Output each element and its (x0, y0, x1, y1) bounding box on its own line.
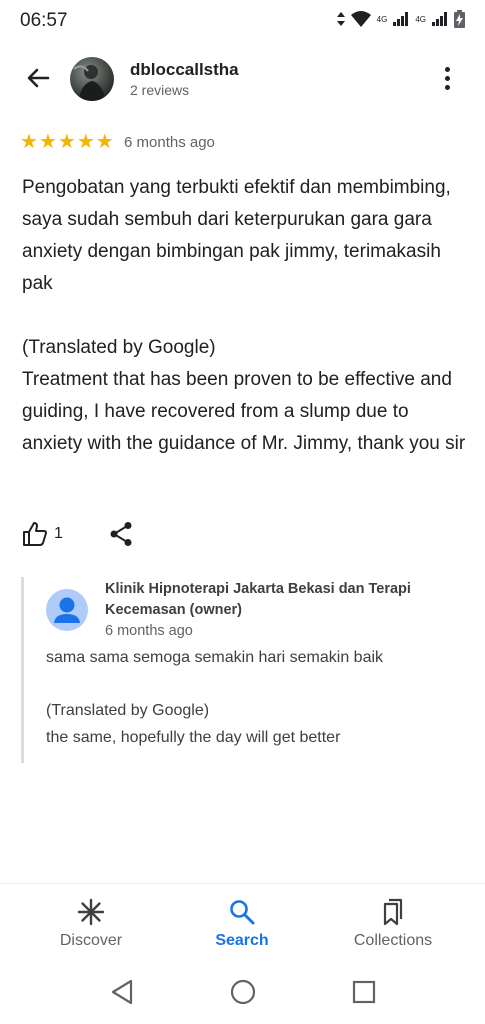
owner-reply-text: sama sama semoga semakin hari semakin ba… (46, 649, 384, 746)
system-recents-icon[interactable] (352, 980, 376, 1004)
reply-divider (21, 577, 24, 763)
wifi-icon (350, 11, 371, 27)
nav-discover-label: Discover (59, 932, 123, 949)
status-time: 06:57 (20, 10, 68, 31)
star-icon: ★ (76, 131, 95, 153)
share-icon (110, 522, 132, 546)
data-arrows-icon (336, 12, 345, 26)
more-vert-dot (444, 76, 450, 81)
share-button[interactable] (109, 521, 133, 547)
star-icon: ★ (38, 131, 57, 153)
more-options-button[interactable] (437, 67, 457, 93)
signal-icon (432, 12, 447, 26)
star-icon: ★ (20, 131, 38, 153)
thumb-up-icon (23, 522, 47, 546)
bookmarks-icon (383, 898, 403, 926)
person-icon (54, 597, 80, 623)
star-icon: ★ (95, 131, 114, 153)
like-count: 1 (54, 525, 63, 542)
review-time: 6 months ago (124, 134, 215, 151)
arrow-back-icon (27, 68, 50, 88)
review-text: Pengobatan yang terbukti efektif dan mem… (22, 177, 466, 454)
network-label-1: 4G (376, 14, 388, 24)
author-review-count: 2 reviews (130, 82, 190, 98)
more-vert-dot (444, 85, 450, 90)
signal-icon (393, 12, 409, 26)
system-back-icon[interactable] (110, 979, 134, 1005)
bottom-navigation: Discover Search Collections (0, 883, 485, 964)
like-button[interactable] (22, 521, 48, 547)
status-icons: 4G 4G (336, 10, 465, 28)
owner-avatar (46, 589, 88, 631)
avatar-photo-icon (73, 65, 106, 101)
back-button[interactable] (22, 62, 54, 94)
battery-charging-icon (454, 10, 465, 28)
system-navigation-bar (0, 963, 485, 1024)
author-name[interactable]: dbloccallstha (130, 60, 239, 80)
author-avatar[interactable] (70, 57, 114, 101)
star-rating: ★ ★ ★ ★ ★ (20, 132, 114, 152)
more-vert-icon (444, 67, 450, 72)
owner-name: Klinik Hipnoterapi Jakarta Bekasi dan Te… (105, 581, 411, 618)
nav-discover[interactable]: Discover (26, 884, 156, 964)
star-icon: ★ (57, 131, 76, 153)
nav-collections-label: Collections (353, 932, 433, 949)
system-home-icon[interactable] (230, 979, 256, 1005)
owner-reply-time: 6 months ago (105, 623, 193, 639)
nav-collections[interactable]: Collections (328, 884, 458, 964)
nav-search[interactable]: Search (177, 884, 307, 964)
network-label-2: 4G (415, 14, 426, 24)
nav-search-label: Search (215, 932, 269, 949)
search-icon (230, 900, 255, 925)
asterisk-icon (77, 898, 105, 926)
